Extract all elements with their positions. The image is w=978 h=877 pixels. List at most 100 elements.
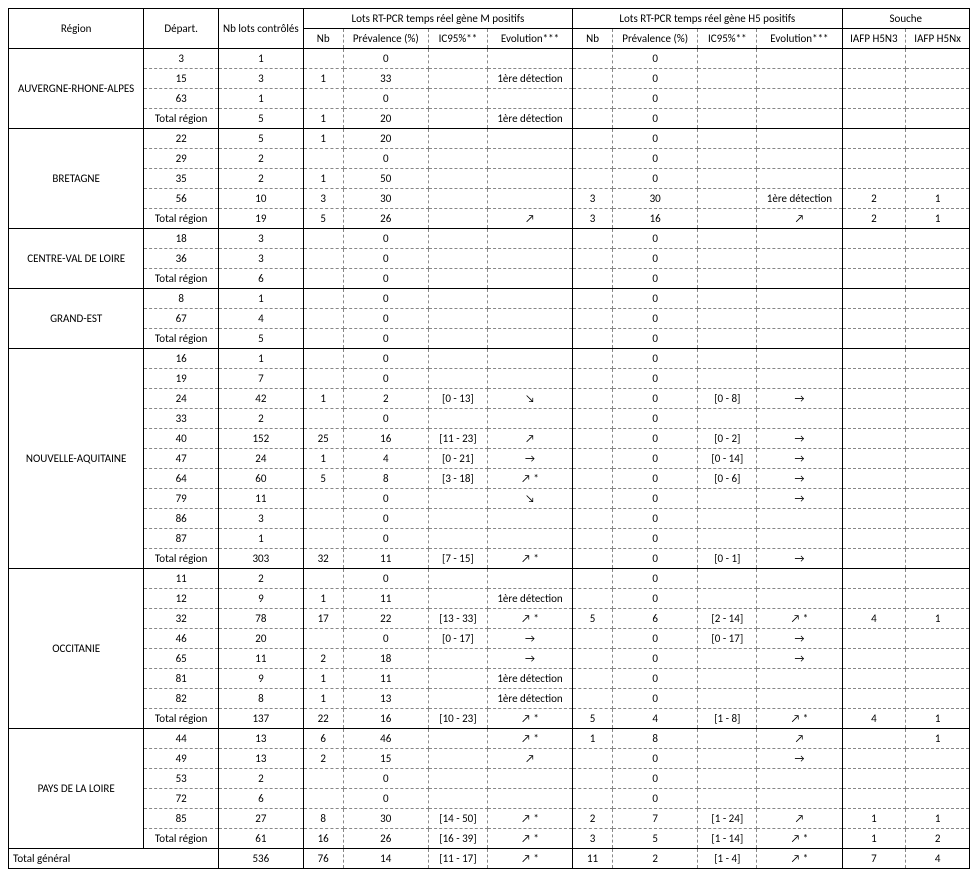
s1-cell (842, 389, 906, 409)
nblots-cell: 3 (219, 509, 304, 529)
h-ic-cell (698, 569, 757, 589)
m-ic-cell (428, 189, 487, 209)
s1-cell: 4 (842, 709, 906, 729)
m-evo-cell: 1ère détection (487, 689, 572, 709)
h-prev-cell: 0 (613, 129, 698, 149)
m-nb-cell: 17 (303, 609, 343, 629)
m-nb-cell (303, 269, 343, 289)
h-evo-cell: ↗ (757, 729, 842, 749)
h-prev-cell: 0 (613, 169, 698, 189)
m-evo-cell (487, 189, 572, 209)
h-nb-cell (573, 329, 613, 349)
m-evo-cell: ↗ * (487, 709, 572, 729)
s1-cell (842, 329, 906, 349)
table-row: 8191111ère détection0 (9, 669, 970, 689)
table-row: 244212[0 - 13]↘0[0 - 8]→ (9, 389, 970, 409)
nblots-cell: 11 (219, 489, 304, 509)
s2-cell (906, 409, 970, 429)
nblots-cell: 13 (219, 749, 304, 769)
h-nb-cell (573, 469, 613, 489)
dep-cell: 3 (144, 49, 219, 69)
m-ic-cell (428, 49, 487, 69)
nblots-cell: 536 (219, 849, 304, 869)
table-row: 646058[3 - 18]↗ *0[0 - 6]→ (9, 469, 970, 489)
h-prev-cell: 0 (613, 469, 698, 489)
s2-cell (906, 49, 970, 69)
nblots-cell: 5 (219, 329, 304, 349)
dep-cell: 64 (144, 469, 219, 489)
m-nb-cell (303, 489, 343, 509)
m-prev-cell: 22 (343, 609, 428, 629)
table-row: 32781722[13 - 33]↗ *56[2 - 14]↗ *41 (9, 609, 970, 629)
h-nb-cell (573, 149, 613, 169)
dep-cell: 11 (144, 569, 219, 589)
s1-cell (842, 569, 906, 589)
h-evo-cell (757, 89, 842, 109)
m-ic-cell (428, 329, 487, 349)
h-evo-cell: ↗ (757, 209, 842, 229)
table-row: 63100 (9, 89, 970, 109)
h-nb-cell (573, 269, 613, 289)
h-evo-cell (757, 529, 842, 549)
nblots-cell: 24 (219, 449, 304, 469)
m-nb-cell: 5 (303, 209, 343, 229)
table-row: 29200 (9, 149, 970, 169)
nblots-cell: 5 (219, 109, 304, 129)
h-nb-cell (573, 669, 613, 689)
h-nb-cell (573, 689, 613, 709)
table-row: CENTRE-VAL DE LOIRE18300 (9, 229, 970, 249)
nblots-cell: 27 (219, 809, 304, 829)
s2-cell (906, 669, 970, 689)
dep-cell: 49 (144, 749, 219, 769)
nblots-cell: 20 (219, 629, 304, 649)
h-evo-cell (757, 49, 842, 69)
h-nb-cell (573, 789, 613, 809)
m-prev-cell: 16 (343, 429, 428, 449)
h-nb-cell (573, 769, 613, 789)
table-row: 67400 (9, 309, 970, 329)
h-evo-cell (757, 69, 842, 89)
nblots-cell: 2 (219, 769, 304, 789)
h-prev-cell: 0 (613, 249, 698, 269)
nblots-cell: 2 (219, 569, 304, 589)
m-evo-cell (487, 269, 572, 289)
h-evo-cell (757, 149, 842, 169)
dep-cell: 29 (144, 149, 219, 169)
nblots-cell: 3 (219, 69, 304, 89)
m-ic-cell: [11 - 23] (428, 429, 487, 449)
m-prev-cell: 0 (343, 149, 428, 169)
h-ic-cell (698, 729, 757, 749)
h-ic-cell (698, 289, 757, 309)
h-evo-cell: → (757, 649, 842, 669)
hdr-m-nb: Nb (303, 29, 343, 49)
m-nb-cell (303, 369, 343, 389)
h-nb-cell (573, 649, 613, 669)
region-cell: OCCITANIE (9, 569, 144, 729)
h-nb-cell (573, 69, 613, 89)
m-nb-cell (303, 529, 343, 549)
h-evo-cell (757, 789, 842, 809)
m-ic-cell (428, 309, 487, 329)
m-prev-cell: 0 (343, 349, 428, 369)
h-prev-cell: 0 (613, 769, 698, 789)
m-ic-cell: [13 - 33] (428, 609, 487, 629)
h-evo-cell (757, 249, 842, 269)
h-prev-cell: 5 (613, 829, 698, 849)
m-prev-cell: 0 (343, 569, 428, 589)
dep-cell: 46 (144, 629, 219, 649)
m-evo-cell (487, 769, 572, 789)
h-evo-cell (757, 109, 842, 129)
m-prev-cell: 20 (343, 129, 428, 149)
h-prev-cell: 0 (613, 369, 698, 389)
h-ic-cell (698, 669, 757, 689)
m-prev-cell: 0 (343, 369, 428, 389)
s2-cell (906, 269, 970, 289)
dep-cell: 22 (144, 129, 219, 149)
m-ic-cell (428, 409, 487, 429)
h-ic-cell (698, 249, 757, 269)
s1-cell: 7 (842, 849, 906, 869)
h-prev-cell: 30 (613, 189, 698, 209)
s1-cell (842, 549, 906, 569)
m-ic-cell (428, 369, 487, 389)
h-prev-cell: 0 (613, 449, 698, 469)
